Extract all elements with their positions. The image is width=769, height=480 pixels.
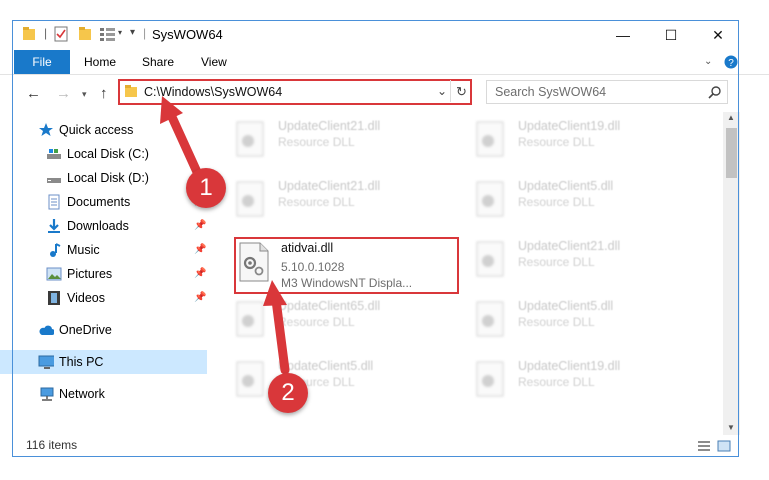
- step-2-badge: 2: [268, 373, 308, 413]
- arrowhead-icon: [263, 280, 287, 306]
- arrow-to-file: [271, 295, 290, 375]
- arrow-to-address-bar: [167, 112, 202, 177]
- tutorial-arrows: [160, 96, 290, 375]
- step-1-badge: 1: [186, 168, 226, 208]
